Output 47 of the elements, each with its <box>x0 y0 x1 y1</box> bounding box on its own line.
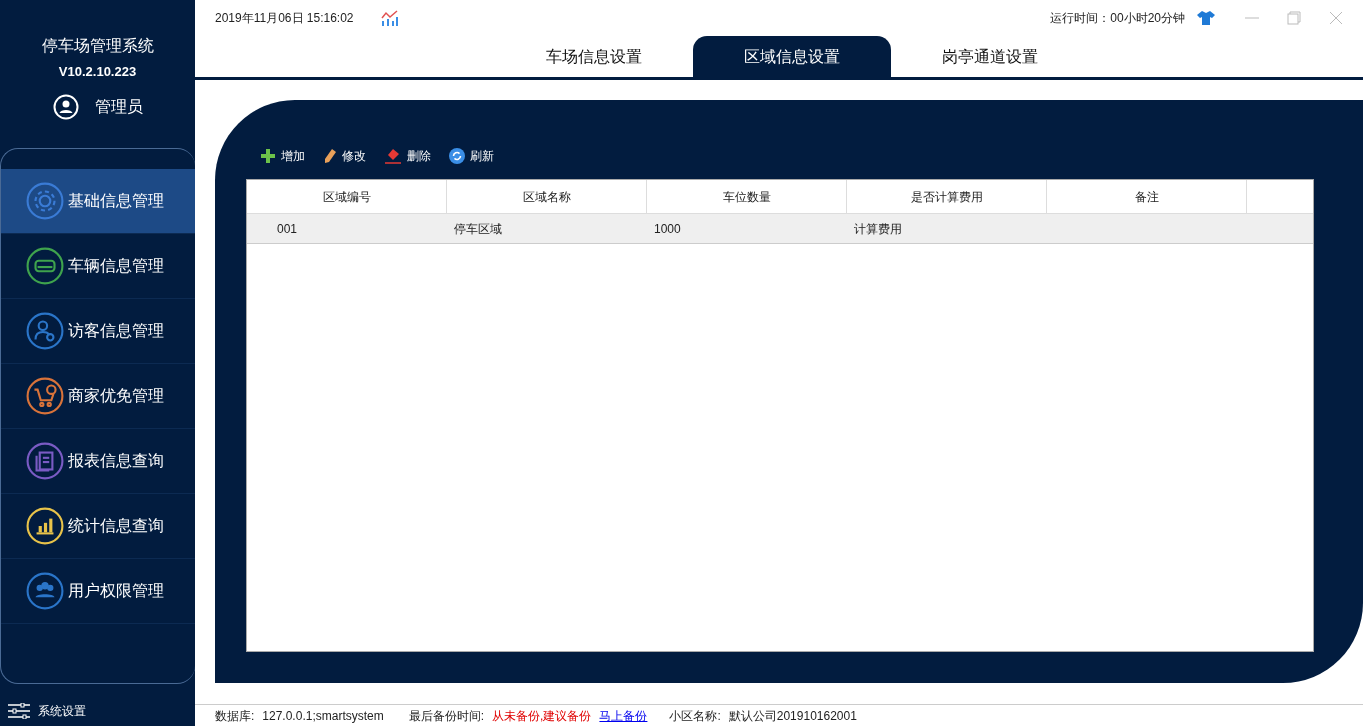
sliders-icon <box>8 703 30 719</box>
table-row[interactable]: 001 停车区域 1000 计算费用 <box>247 214 1313 244</box>
tab[interactable]: 区域信息设置 <box>692 36 891 77</box>
run-time: 运行时间：00小时20分钟 <box>1050 10 1185 27</box>
app-version: V10.2.10.223 <box>58 63 137 81</box>
chart-icon[interactable] <box>380 10 399 26</box>
tab[interactable]: 岗亭通道设置 <box>890 36 1089 77</box>
close-icon[interactable] <box>1329 11 1343 25</box>
column-header[interactable]: 车位数量 <box>647 180 847 213</box>
backup-warning: 从未备份,建议备份 <box>492 707 592 725</box>
nav-item[interactable]: 用户权限管理 <box>1 559 195 624</box>
app-title: 停车场管理系统 <box>41 36 154 56</box>
column-header[interactable]: 区域名称 <box>447 180 647 213</box>
refresh-button[interactable]: 刷新 <box>449 147 494 165</box>
restore-icon[interactable] <box>1287 11 1301 25</box>
column-header[interactable]: 是否计算费用 <box>847 180 1047 213</box>
database-label: 数据库: <box>215 707 255 725</box>
table-cell-text: 001 <box>277 220 298 238</box>
pencil-icon <box>323 148 337 164</box>
nav-item[interactable]: 车辆信息管理 <box>1 234 195 299</box>
plus-icon <box>260 148 276 164</box>
backup-now-link[interactable]: 马上备份 <box>599 706 648 725</box>
column-header[interactable]: 备注 <box>1047 180 1247 213</box>
date-time: 2019年11月06日 15:16:02 <box>215 10 354 27</box>
site-name: 默认公司201910162001 <box>728 707 857 725</box>
delete-button[interactable]: 删除 <box>384 147 431 165</box>
tab[interactable]: 车场信息设置 <box>494 36 693 77</box>
edit-button[interactable]: 修改 <box>323 147 366 165</box>
eraser-icon <box>384 148 402 164</box>
user-icon <box>52 93 79 120</box>
nav-item[interactable]: 报表信息查询 <box>1 429 195 494</box>
nav-item[interactable]: 统计信息查询 <box>1 494 195 559</box>
shirt-icon[interactable] <box>1197 11 1215 25</box>
user-name: 管理员 <box>94 96 143 117</box>
table-cell-text: 1000 <box>654 220 681 238</box>
refresh-icon <box>449 148 465 164</box>
table-cell-text: 计算费用 <box>854 220 902 238</box>
settings-button[interactable]: 系统设置 <box>0 702 195 720</box>
add-button[interactable]: 增加 <box>260 147 305 165</box>
nav-item[interactable]: 访客信息管理 <box>1 299 195 364</box>
column-header[interactable]: 区域编号 <box>247 180 447 213</box>
site-label: 小区名称: <box>669 707 721 725</box>
nav-item[interactable]: 商家优免管理 <box>1 364 195 429</box>
nav-item[interactable]: 基础信息管理 <box>1 169 195 234</box>
table-cell-text: 停车区域 <box>454 220 502 238</box>
backup-label: 最后备份时间: <box>408 707 485 725</box>
database-value: 127.0.0.1;smartsystem <box>262 707 384 725</box>
